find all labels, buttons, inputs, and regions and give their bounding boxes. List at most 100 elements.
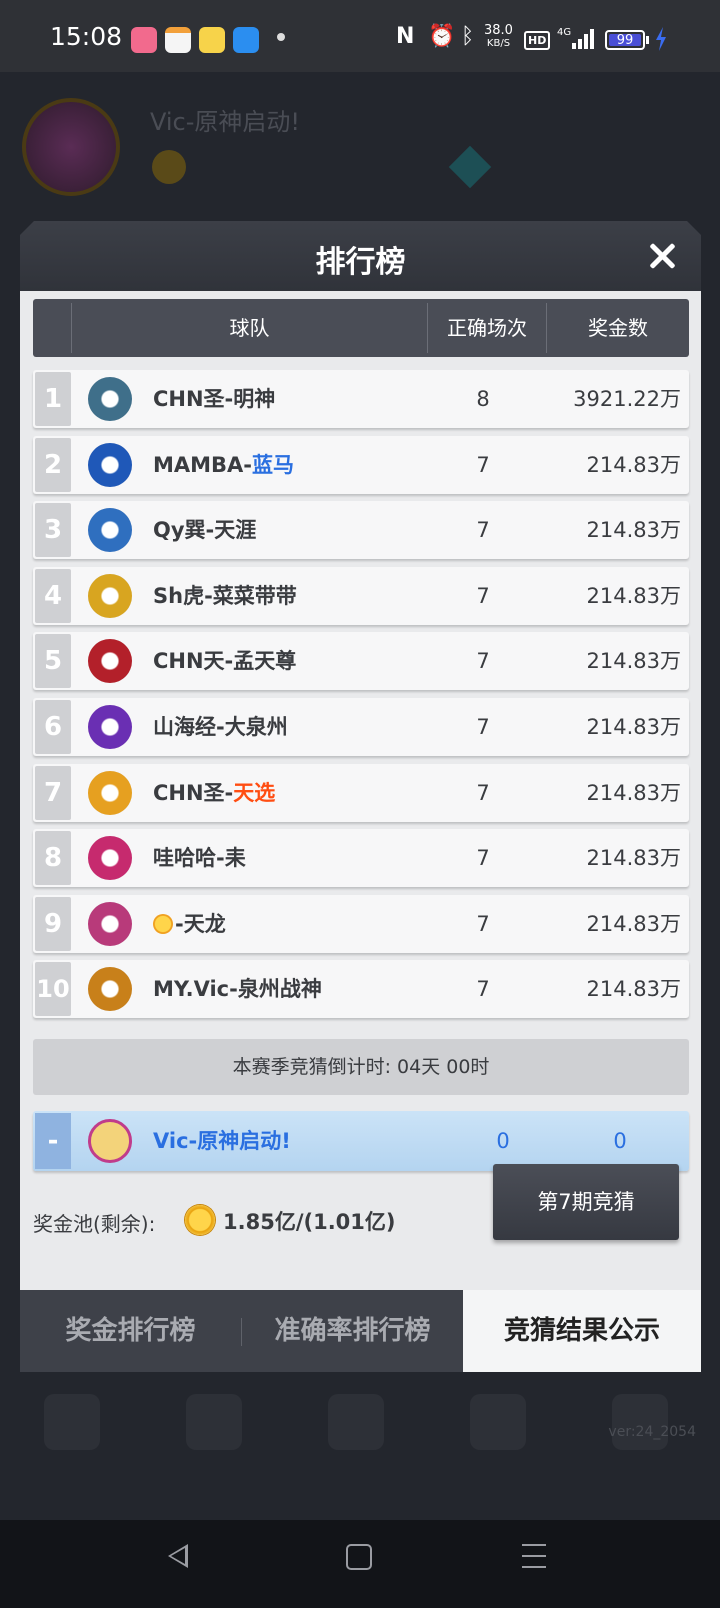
wallet-app-icon [165,27,191,53]
team-name-text: MY.Vic-泉州战神 [153,977,322,1002]
team-name: MY.Vic-泉州战神 [153,960,322,1018]
prize-amount: 214.83万 [586,715,681,739]
my-team-logo [88,1119,132,1163]
nfc-icon: N [396,24,415,49]
team-logo-icon [88,967,132,1012]
team-name: 哇哈哈-耒 [153,829,246,887]
bottom-tabs: 奖金排行榜 准确率排行榜 竞猜结果公示 [20,1290,701,1372]
correct-count: 7 [476,649,490,674]
rank-number: 4 [35,568,71,623]
home-icon[interactable] [346,1544,372,1570]
team-logo-icon [88,770,132,815]
ranking-row[interactable]: 6 山海经-大泉州 7 214.83万 [33,698,689,756]
team-name-highlight: 天选 [233,780,276,805]
ranking-row[interactable]: 10 MY.Vic-泉州战神 7 214.83万 [33,960,689,1019]
table-header: 球队 正确场次 奖金数 [33,299,689,357]
team-name: 山海经-大泉州 [153,698,288,756]
prize-amount: 214.83万 [586,846,681,871]
team-name-text: CHN圣- [153,780,234,805]
tab-guess-results[interactable]: 竞猜结果公示 [463,1290,701,1372]
team-name-text: 山海经-大泉州 [153,715,288,739]
correct-count: 7 [476,583,490,608]
rank-number: 10 [35,962,71,1017]
team-name: Sh虎-菜菜带带 [153,567,297,625]
column-header-prize: 奖金数 [588,316,648,340]
prize-amount: 214.83万 [586,911,681,936]
correct-count: 7 [476,518,490,543]
team-logo-icon [88,705,132,749]
coin-icon-background [152,150,186,184]
team-name-text: -天龙 [175,911,226,936]
column-header-correct: 正确场次 [447,316,527,340]
ranking-row[interactable]: 5 CHN天-孟天尊 7 214.83万 [33,632,689,691]
my-team-name: Vic-原神启动! [153,1129,291,1153]
ranking-row[interactable]: 2 MAMBA-蓝马 7 214.83万 [33,435,689,494]
team-logo-icon [88,377,132,421]
team-name-text: MAMBA- [153,452,253,477]
battery-cap [646,36,649,44]
nav-shape-5 [612,1394,668,1450]
net-speed: 38.0 KB/S [484,24,513,50]
gem-icon-background [448,145,492,189]
team-logo-icon [88,836,132,881]
correct-count: 7 [476,846,490,871]
team-name-text: Sh虎-菜菜带带 [153,583,297,608]
sun-emoji-icon [153,913,173,934]
rank-number: 9 [35,896,71,951]
nav-shape-1 [44,1394,100,1450]
notification-dot-icon [277,33,285,41]
my-team-row[interactable]: - Vic-原神启动! 0 0 [33,1111,689,1171]
team-name-highlight: 蓝马 [252,452,295,477]
correct-count: 7 [476,911,490,936]
team-name-text: Qy巽-天涯 [153,518,257,543]
network-type: 4G [557,27,572,38]
battery-level: 99 [609,34,641,47]
team-name-text: CHN天-孟天尊 [153,649,297,674]
battery-icon: 99 [605,30,645,50]
net-speed-value: 38.0 [484,23,513,38]
team-name: -天龙 [153,895,226,953]
alarm-icon: ⏰ [428,24,456,49]
browser-app-icon [233,27,259,53]
rank-number: 6 [35,700,71,754]
background-team-title: Vic-原神启动! [150,108,301,136]
team-name-text: CHN圣-明神 [153,387,276,411]
team-logo-background [22,98,120,196]
modal-body: 球队 正确场次 奖金数 1 CHN圣-明神 8 3921.22万 2 MAMBA-蓝马 7 2… [20,291,701,1290]
ranking-row[interactable]: 1 CHN圣-明神 8 3921.22万 [33,370,689,428]
my-correct-count: 0 [496,1129,510,1153]
modal-header: 排行榜 [20,221,701,291]
nav-shape-2 [186,1394,242,1450]
ranking-row[interactable]: 7 CHN圣-天选 7 214.83万 [33,763,689,822]
tab-accuracy-ranking[interactable]: 准确率排行榜 [242,1290,463,1372]
bilibili-app-icon [131,27,157,53]
ranking-row[interactable]: 4 Sh虎-菜菜带带 7 214.83万 [33,566,689,625]
team-logo-icon [88,508,132,553]
recents-icon[interactable] [522,1544,546,1577]
prize-amount: 214.83万 [586,583,681,608]
ranking-row[interactable]: 3 Qy巽-天涯 7 214.83万 [33,501,689,560]
back-icon[interactable] [168,1544,188,1568]
coin-icon [185,1205,215,1235]
correct-count: 7 [476,977,490,1002]
ranking-row[interactable]: 9 -天龙 7 214.83万 [33,894,689,953]
rank-number: 5 [35,634,71,689]
team-name: Qy巽-天涯 [153,501,256,559]
period-guess-button[interactable]: 第7期竞猜 [493,1164,679,1240]
team-logo-icon [88,901,132,946]
tab-prize-ranking[interactable]: 奖金排行榜 [20,1290,241,1372]
close-icon[interactable] [645,239,679,273]
rank-number: 7 [35,765,71,820]
status-time: 15:08 [50,22,123,51]
rank-number: 3 [35,503,71,558]
hd-badge: HD [524,31,551,50]
team-name: CHN圣-天选 [153,764,275,822]
team-name: CHN天-孟天尊 [153,632,296,690]
team-logo-icon [88,442,132,487]
system-navigation-bar [0,1520,720,1608]
nav-shape-3 [328,1394,384,1450]
ranking-modal: 排行榜 球队 正确场次 奖金数 1 CHN圣-明神 8 3921.22万 2 MAMBA-… [20,221,701,1372]
ranking-row[interactable]: 8 哇哈哈-耒 7 214.83万 [33,829,689,888]
rank-number: 2 [35,437,71,492]
prize-pool-value: 1.85亿/(1.01亿) [223,1210,396,1234]
